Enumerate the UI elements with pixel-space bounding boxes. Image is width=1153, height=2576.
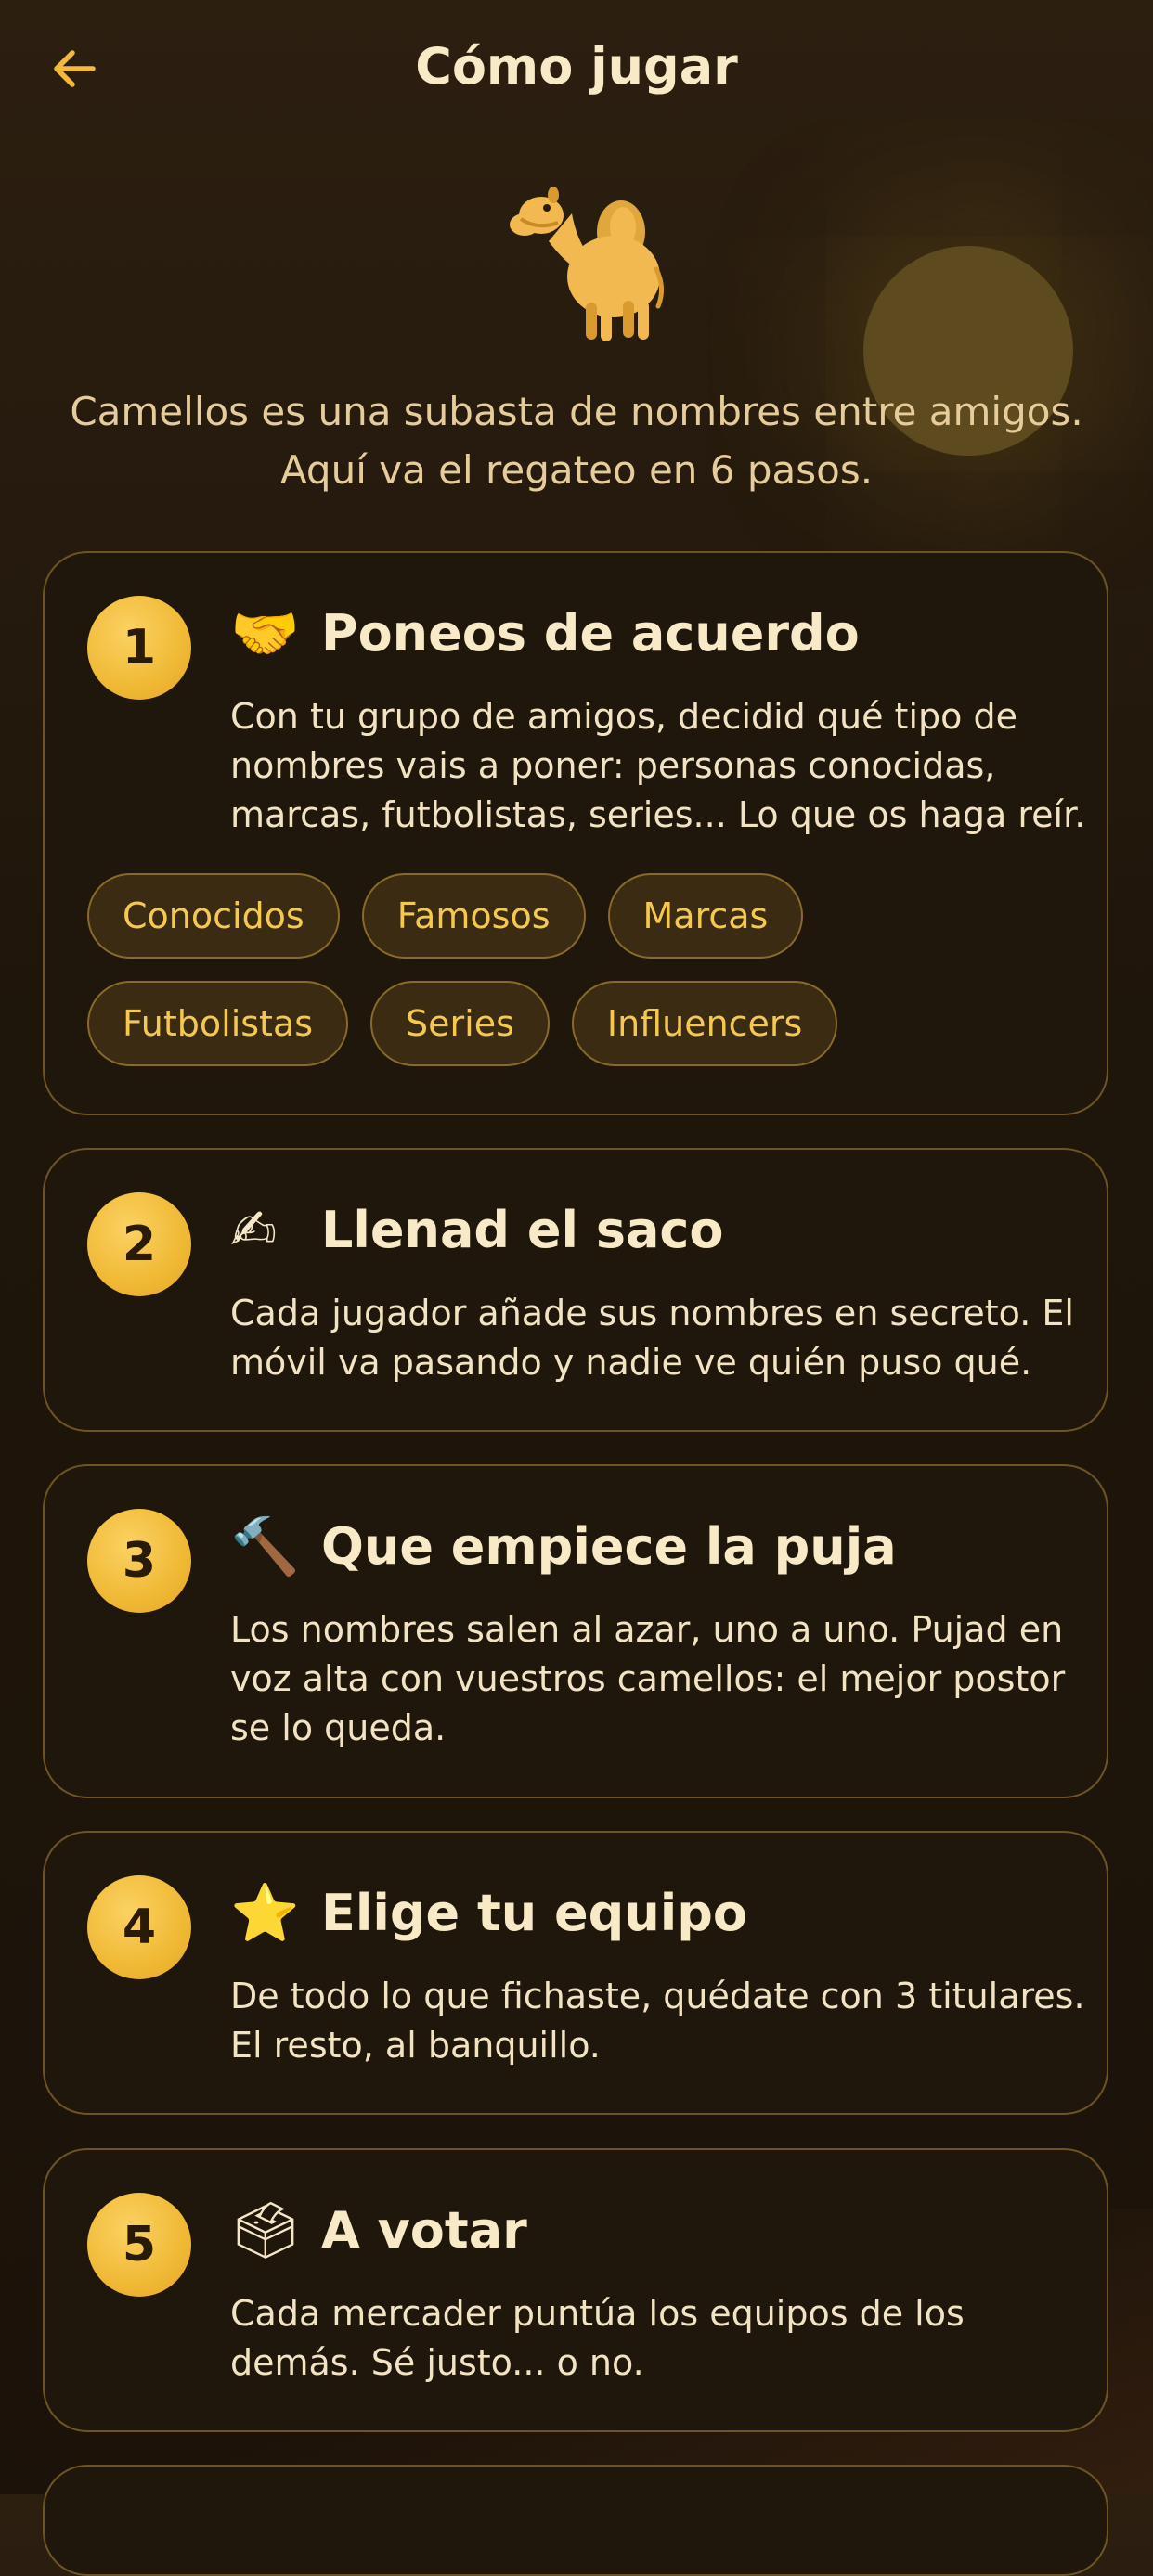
chip-marcas[interactable]: Marcas: [607, 873, 804, 959]
writing-hand-icon: ✍: [230, 1198, 278, 1263]
step-description: Cada mercader puntúa los equipos de los …: [230, 2293, 965, 2383]
step-card-2: 2 ✍ Llenad el saco Cada jugador añade su…: [43, 1148, 1108, 1432]
step-description: Con tu grupo de amigos, decidid qué tipo…: [230, 696, 1086, 835]
chip-conocidos[interactable]: Conocidos: [87, 873, 340, 959]
step-description: Cada jugador añade sus nombres en secret…: [230, 1293, 1074, 1383]
category-chips: Conocidos Famosos Marcas Futbolistas Ser…: [87, 873, 1071, 1066]
step-title: Llenad el saco: [321, 1201, 724, 1259]
step-card-6: [43, 2465, 1108, 2576]
step-title: Elige tu equipo: [321, 1884, 748, 1942]
hammer-icon: 🔨: [230, 1514, 300, 1579]
chip-futbolistas[interactable]: Futbolistas: [87, 981, 349, 1066]
step-card-1: 1 🤝 Poneos de acuerdo Con tu grupo de am…: [43, 551, 1108, 1115]
step-description: De todo lo que fichaste, quédate con 3 t…: [230, 1976, 1085, 2066]
step-number-badge: 4: [87, 1875, 191, 1979]
step-title: Poneos de acuerdo: [321, 604, 860, 663]
chip-series[interactable]: Series: [370, 981, 550, 1066]
step-card-4: 4 ⭐ Elige tu equipo De todo lo que ficha…: [43, 1831, 1108, 2115]
intro-text: Camellos es una subasta de nombres entre…: [70, 389, 1083, 493]
star-icon: ⭐: [230, 1881, 300, 1946]
step-title: Que empiece la puja: [321, 1517, 897, 1576]
step-number-badge: 2: [87, 1192, 191, 1296]
step-title: A votar: [321, 2201, 527, 2260]
ballot-box-icon: 🗳: [230, 2198, 302, 2263]
handshake-icon: 🤝: [230, 601, 300, 666]
page-title: Cómo jugar: [415, 37, 738, 96]
step-card-5: 5 🗳 A votar Cada mercader puntúa los equ…: [43, 2148, 1108, 2432]
step-description: Los nombres salen al azar, uno a uno. Pu…: [230, 1609, 1066, 1748]
step-card-3: 3 🔨 Que empiece la puja Los nombres sale…: [43, 1464, 1108, 1798]
camel-icon: [484, 176, 669, 343]
step-number-badge: 3: [87, 1509, 191, 1613]
chip-famosos[interactable]: Famosos: [361, 873, 586, 959]
step-number-badge: 1: [87, 596, 191, 700]
header: Cómo jugar: [0, 0, 1153, 139]
chip-influencers[interactable]: Influencers: [571, 981, 838, 1066]
step-number-badge: 5: [87, 2193, 191, 2297]
